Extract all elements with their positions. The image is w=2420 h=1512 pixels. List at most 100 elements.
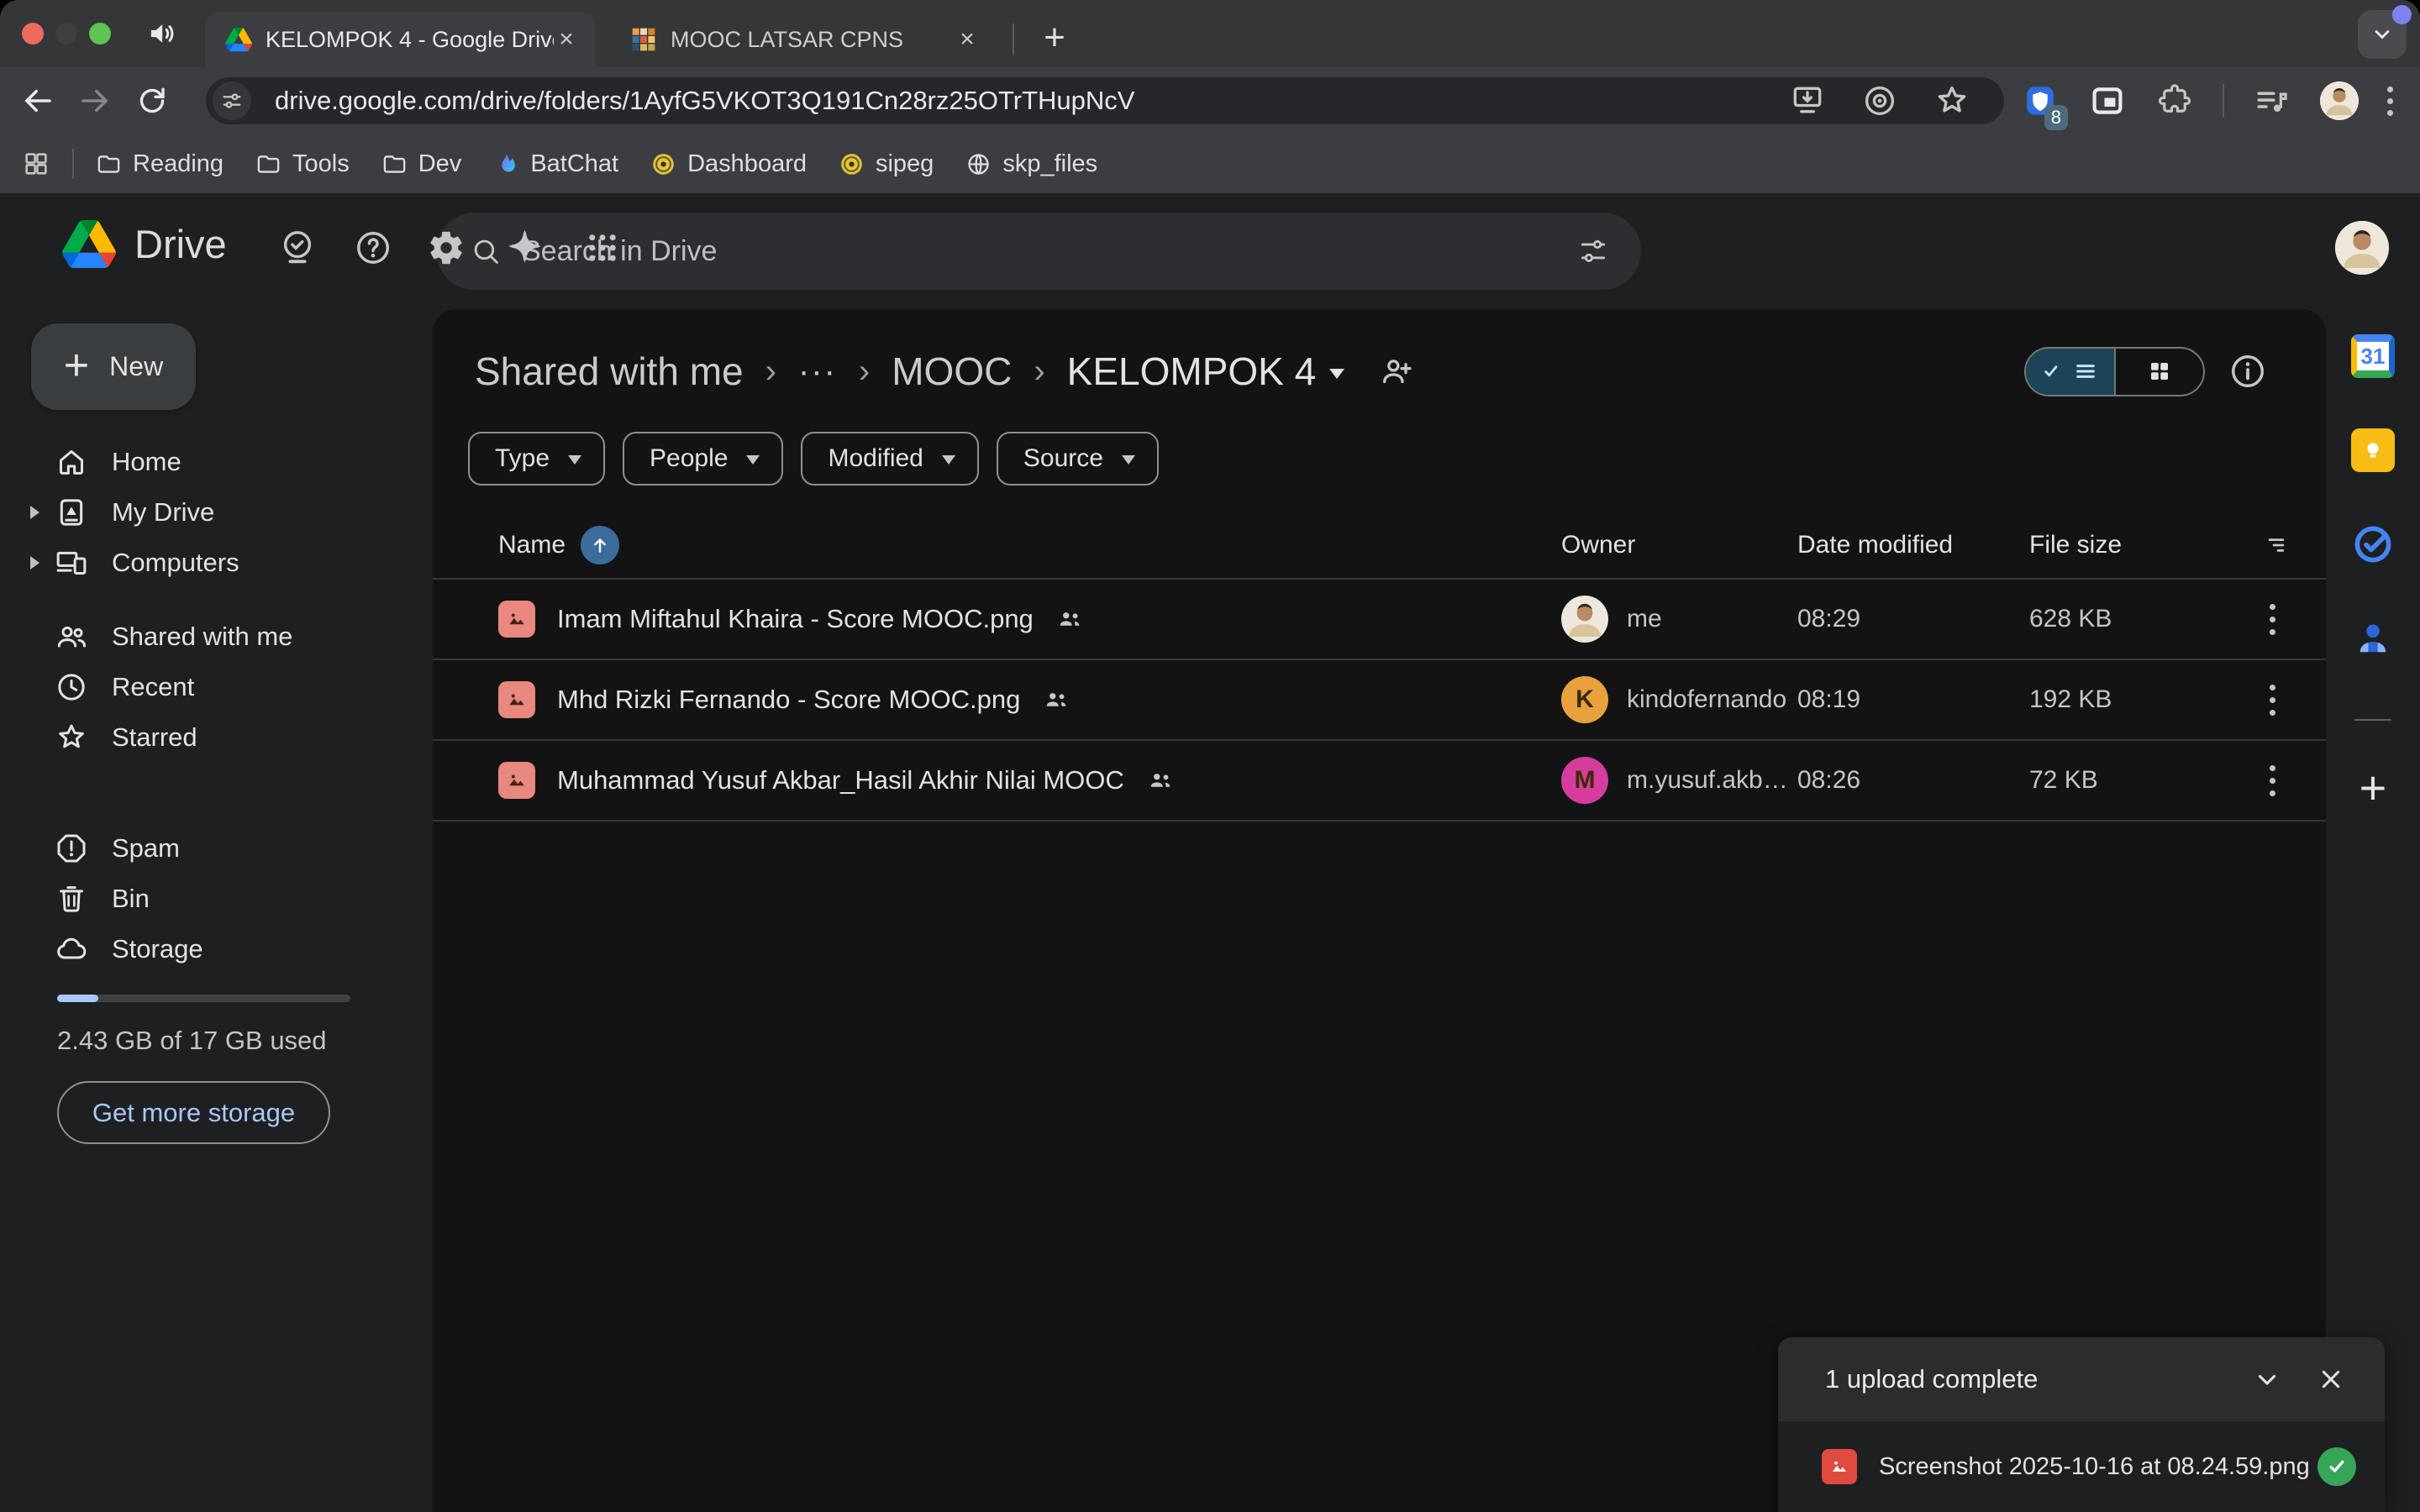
toast-collapse-button[interactable]	[2247, 1359, 2287, 1399]
info-icon[interactable]	[2228, 352, 2267, 391]
bookmark-skp-files[interactable]: skp_files	[965, 150, 1097, 178]
filter-chip-type[interactable]: Type	[468, 432, 605, 486]
sort-ascending-icon[interactable]	[581, 526, 619, 564]
toast-close-button[interactable]	[2311, 1359, 2351, 1399]
browser-profile-avatar[interactable]	[2320, 81, 2359, 120]
side-panel-grid-icon[interactable]	[22, 150, 50, 178]
sidebar-item-bin[interactable]: Bin	[31, 874, 433, 924]
upload-toast-header: 1 upload complete	[1778, 1337, 2385, 1421]
bookmark-label: sipeg	[876, 150, 934, 178]
grid-view-button[interactable]	[2116, 349, 2204, 395]
keep-app-icon[interactable]	[2351, 428, 2395, 472]
bookmark-star-icon[interactable]	[1933, 82, 1970, 119]
sidebar-item-label: My Drive	[112, 497, 214, 528]
search-icon[interactable]	[470, 235, 502, 267]
share-folder-icon[interactable]	[1378, 353, 1415, 390]
new-button[interactable]: + New	[31, 323, 196, 410]
filter-chip-people[interactable]: People	[623, 432, 783, 486]
sidebar-item-spam[interactable]: Spam	[31, 823, 433, 874]
file-row[interactable]: Mhd Rizki Fernando - Score MOOC.png K ki…	[433, 660, 2326, 741]
tasks-app-icon[interactable]	[2351, 522, 2395, 566]
offline-status-icon[interactable]	[278, 228, 317, 267]
help-icon[interactable]	[354, 228, 392, 267]
extension-badge: 8	[2044, 105, 2068, 130]
row-more-menu-icon[interactable]	[2270, 604, 2275, 635]
sidebar-item-label: Computers	[112, 548, 239, 578]
picture-in-picture-extension-icon[interactable]	[2088, 81, 2127, 120]
tab-close-icon[interactable]: ×	[554, 27, 579, 52]
url-text[interactable]: drive.google.com/drive/folders/1AyfG5VKO…	[275, 86, 1134, 116]
sidebar-item-storage[interactable]: Storage	[31, 924, 433, 974]
bookmark-dashboard[interactable]: Dashboard	[650, 150, 807, 178]
mooc-favicon	[630, 26, 657, 53]
file-row[interactable]: Imam Miftahul Khaira - Score MOOC.png me…	[433, 580, 2326, 660]
sidebar-item-computers[interactable]: Computers	[31, 538, 433, 588]
row-more-menu-icon[interactable]	[2270, 765, 2275, 796]
image-file-icon	[1822, 1449, 1857, 1484]
bookmark-batchat[interactable]: BatChat	[493, 150, 618, 178]
preview-eye-icon[interactable]	[1861, 82, 1898, 119]
filter-chip-modified[interactable]: Modified	[801, 432, 978, 486]
sidebar-item-home[interactable]: Home	[31, 437, 433, 487]
column-header-modified[interactable]: Date modified	[1797, 531, 1953, 559]
sidebar-item-label: Home	[112, 447, 182, 477]
sort-options-icon[interactable]	[2258, 531, 2286, 559]
expand-caret-icon[interactable]	[30, 506, 39, 519]
breadcrumb-current[interactable]: KELOMPOK 4	[1067, 349, 1345, 394]
expand-caret-icon[interactable]	[30, 556, 39, 570]
browser-menu-icon[interactable]	[2387, 87, 2393, 116]
tab-search-button[interactable]	[2358, 10, 2407, 59]
breadcrumb-root[interactable]: Shared with me	[475, 349, 744, 394]
gemini-sparkle-icon[interactable]	[507, 228, 545, 267]
column-header-owner[interactable]: Owner	[1561, 531, 1635, 559]
file-row[interactable]: Muhammad Yusuf Akbar_Hasil Akhir Nilai M…	[433, 741, 2326, 822]
forward-button[interactable]	[76, 81, 114, 120]
google-apps-grid-icon[interactable]	[583, 228, 622, 267]
search-options-icon[interactable]	[1577, 235, 1609, 267]
install-app-icon[interactable]	[1789, 82, 1826, 119]
column-header-size[interactable]: File size	[2029, 531, 2122, 559]
sidebar-item-my-drive[interactable]: My Drive	[31, 487, 433, 538]
spam-icon	[55, 832, 88, 865]
list-view-button[interactable]	[2026, 349, 2116, 395]
filter-chip-source[interactable]: Source	[997, 432, 1159, 486]
sidebar-item-shared-with-me[interactable]: Shared with me	[31, 612, 433, 662]
contacts-app-icon[interactable]	[2351, 617, 2395, 660]
password-manager-extension-icon[interactable]: 8	[2021, 81, 2060, 120]
row-more-menu-icon[interactable]	[2270, 685, 2275, 716]
bookmark-folder-dev[interactable]: Dev	[381, 150, 462, 178]
bookmark-sipeg[interactable]: sipeg	[839, 150, 934, 178]
calendar-app-icon[interactable]: 31	[2351, 334, 2395, 378]
account-avatar[interactable]	[2335, 221, 2389, 275]
sidebar-item-recent[interactable]: Recent	[31, 662, 433, 712]
tab-audio-icon[interactable]	[146, 17, 180, 50]
tab-close-icon[interactable]: ×	[955, 27, 980, 52]
bookmark-folder-tools[interactable]: Tools	[255, 150, 350, 178]
reload-button[interactable]	[133, 81, 171, 120]
new-tab-button[interactable]: +	[1032, 17, 1077, 62]
breadcrumb-more-button[interactable]: ···	[798, 353, 837, 391]
close-window-button[interactable]	[22, 23, 44, 45]
chevron-down-icon	[2253, 1365, 2281, 1394]
owner-name: m.yusuf.akba...	[1627, 766, 1797, 795]
minimize-window-button[interactable]	[55, 23, 77, 45]
sidebar-item-starred[interactable]: Starred	[31, 712, 433, 763]
globe-icon	[965, 151, 992, 177]
address-bar[interactable]: drive.google.com/drive/folders/1AyfG5VKO…	[206, 77, 2004, 124]
column-header-name[interactable]: Name	[498, 531, 566, 559]
drive-brand[interactable]: Drive	[62, 220, 227, 268]
uploaded-file-row[interactable]: Screenshot 2025-10-16 at 08.24.59.png	[1778, 1421, 2385, 1512]
site-settings-button[interactable]	[213, 81, 251, 120]
extensions-puzzle-icon[interactable]	[2155, 81, 2194, 120]
media-controls-icon[interactable]	[2253, 81, 2291, 120]
breadcrumb-parent[interactable]: MOOC	[892, 349, 1012, 394]
add-panel-app-icon[interactable]: +	[2360, 764, 2387, 811]
folder-icon	[96, 151, 122, 177]
back-button[interactable]	[18, 81, 57, 120]
zoom-window-button[interactable]	[89, 23, 111, 45]
bookmark-folder-reading[interactable]: Reading	[96, 150, 224, 178]
tab-mooc-latsar[interactable]: MOOC LATSAR CPNS ×	[610, 12, 997, 67]
get-more-storage-button[interactable]: Get more storage	[57, 1081, 330, 1144]
tab-google-drive[interactable]: KELOMPOK 4 - Google Drive ×	[205, 12, 596, 67]
settings-gear-icon[interactable]	[427, 228, 466, 267]
